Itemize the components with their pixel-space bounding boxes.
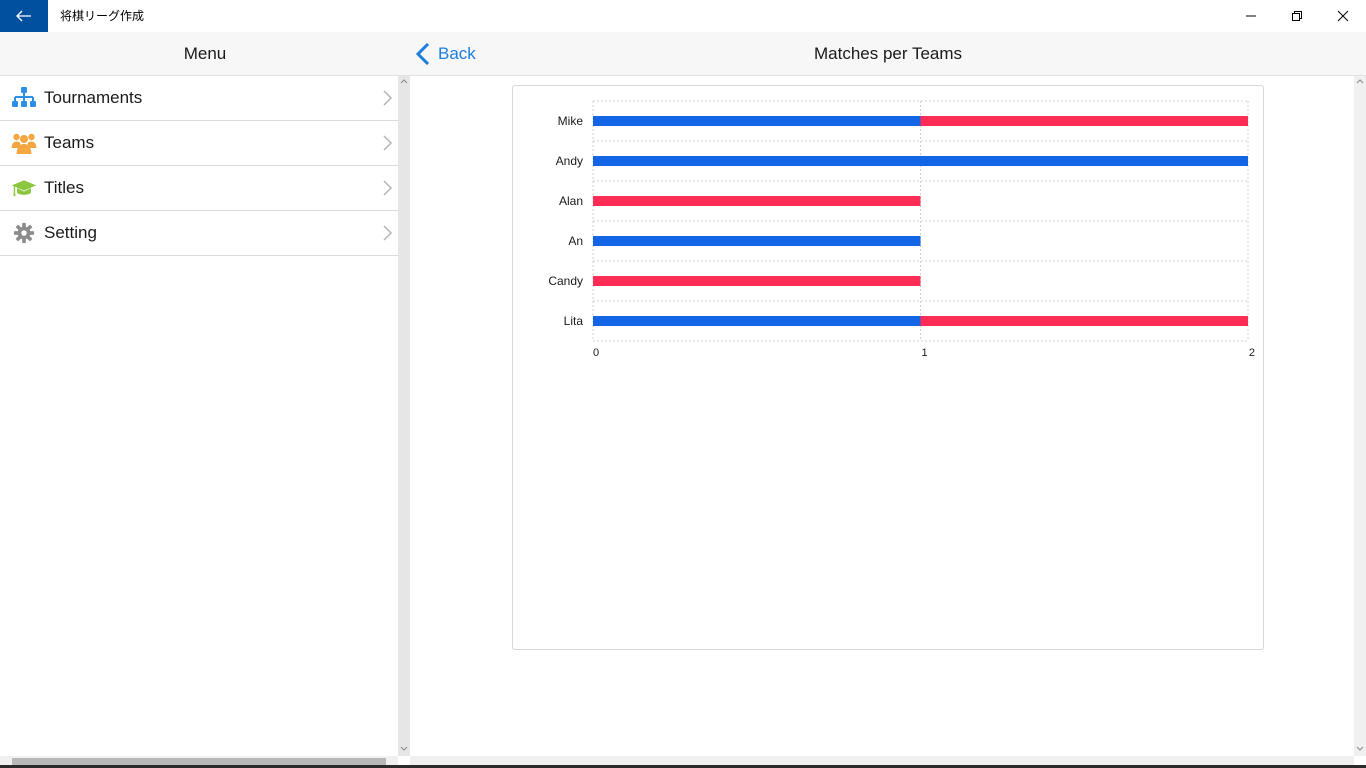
close-icon <box>1337 10 1349 22</box>
scroll-up-icon[interactable] <box>1354 76 1366 86</box>
category-label: An <box>568 234 583 248</box>
chevron-left-icon <box>416 43 430 65</box>
x-tick-label: 2 <box>1249 347 1255 359</box>
graduation-cap-icon <box>11 176 37 200</box>
menu-header: Menu <box>0 32 410 76</box>
menu-list: Tournaments Teams Titles Setting <box>0 76 398 256</box>
bar-an-series-1 <box>593 236 921 246</box>
back-button-label: Back <box>438 44 476 63</box>
close-button[interactable] <box>1320 0 1366 32</box>
arrow-left-icon <box>16 10 31 22</box>
restore-button[interactable] <box>1274 0 1320 32</box>
window-title: 将棋リーグ作成 <box>60 9 145 23</box>
back-button[interactable]: Back <box>416 32 476 76</box>
scroll-down-icon[interactable] <box>1354 744 1366 754</box>
bar-lita-series-2 <box>920 316 1248 326</box>
chevron-right-icon <box>383 90 393 106</box>
scroll-down-icon[interactable] <box>398 744 410 754</box>
menu-item-setting[interactable]: Setting <box>0 211 398 256</box>
chevron-right-icon <box>383 135 393 151</box>
minimize-button[interactable] <box>1228 0 1274 32</box>
category-label: Lita <box>564 314 584 328</box>
menu-vertical-scrollbar[interactable] <box>398 76 410 756</box>
bar-mike-series-2 <box>920 116 1248 126</box>
scroll-up-icon[interactable] <box>398 76 410 86</box>
category-label: Mike <box>558 114 584 128</box>
minimize-icon <box>1246 15 1256 17</box>
matches-bar-chart: Mike Andy Alan An Candy Lita 0 1 2 <box>548 100 1255 359</box>
teams-icon <box>11 131 37 155</box>
x-tick-label: 0 <box>593 347 599 359</box>
bar-candy-series-2 <box>593 276 921 286</box>
content-vertical-scrollbar[interactable] <box>1354 76 1366 756</box>
content-header: Matches per Teams Back <box>410 32 1366 76</box>
restore-icon <box>1292 11 1302 21</box>
x-tick-label: 1 <box>922 347 928 359</box>
menu-item-teams[interactable]: Teams <box>0 121 398 166</box>
gear-icon <box>11 221 37 245</box>
menu-item-tournaments[interactable]: Tournaments <box>0 76 398 121</box>
menu-item-label: Setting <box>44 223 97 242</box>
bar-mike-series-1 <box>593 116 921 126</box>
bar-lita-series-1 <box>593 316 921 326</box>
chevron-right-icon <box>383 180 393 196</box>
menu-item-titles[interactable]: Titles <box>0 166 398 211</box>
window-back-button[interactable] <box>0 0 48 32</box>
category-label: Candy <box>548 274 583 288</box>
title-bar: 将棋リーグ作成 <box>0 0 1366 32</box>
bar-andy-series-1 <box>593 156 1248 166</box>
menu-item-label: Titles <box>44 178 84 197</box>
page-title: Matches per Teams <box>813 44 963 63</box>
content-pane: Matches per Teams Back Mike Andy Alan An Can… <box>410 32 1366 768</box>
menu-item-label: Teams <box>44 133 95 152</box>
menu-item-label: Tournaments <box>44 88 143 107</box>
category-label: Andy <box>556 154 583 168</box>
bar-alan-series-2 <box>593 196 921 206</box>
category-label: Alan <box>559 194 583 208</box>
menu-pane: Menu Tournaments Teams Titles Setting <box>0 32 410 768</box>
tournament-tree-icon <box>11 86 37 110</box>
chart-card: Mike Andy Alan An Candy Lita 0 1 2 <box>512 85 1264 650</box>
chevron-right-icon <box>383 225 393 241</box>
